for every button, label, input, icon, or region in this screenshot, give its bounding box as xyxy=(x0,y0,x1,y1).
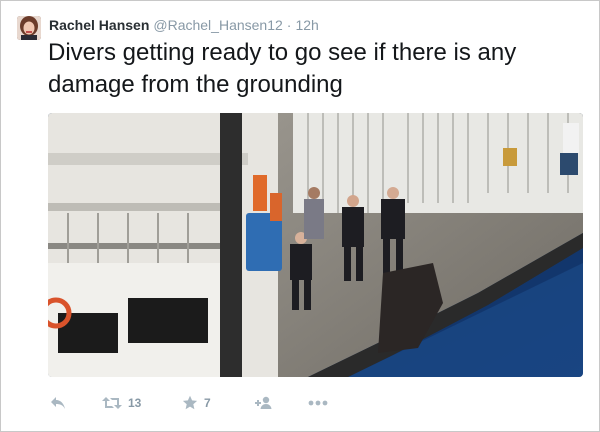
retweet-icon xyxy=(102,396,122,410)
follow-button[interactable] xyxy=(254,393,274,413)
retweet-count: 13 xyxy=(128,396,142,410)
star-icon xyxy=(182,395,198,411)
user-name[interactable]: Rachel Hansen xyxy=(49,17,149,33)
separator: · xyxy=(286,17,292,33)
tweet-text: Divers getting ready to go see if there … xyxy=(48,39,517,98)
tweet-card: Rachel Hansen @Rachel_Hansen12 · 12h Divers… xyxy=(0,0,600,432)
photo-image xyxy=(48,113,583,377)
avatar[interactable] xyxy=(17,16,41,40)
reply-icon xyxy=(50,396,66,410)
like-count: 7 xyxy=(204,396,211,410)
tweet-actions: 13 7 xyxy=(48,393,348,413)
tweet-photo[interactable] xyxy=(48,113,583,377)
timestamp[interactable]: 12h xyxy=(295,17,318,33)
like-button[interactable]: 7 xyxy=(182,393,211,413)
avatar-image xyxy=(17,16,41,40)
follow-icon xyxy=(254,396,274,410)
more-icon xyxy=(308,400,328,406)
more-button[interactable] xyxy=(308,393,328,413)
retweet-button[interactable]: 13 xyxy=(102,393,141,413)
reply-button[interactable] xyxy=(50,393,66,413)
tweet-header: Rachel Hansen @Rachel_Hansen12 · 12h xyxy=(49,15,319,35)
user-handle[interactable]: @Rachel_Hansen12 xyxy=(153,17,282,33)
